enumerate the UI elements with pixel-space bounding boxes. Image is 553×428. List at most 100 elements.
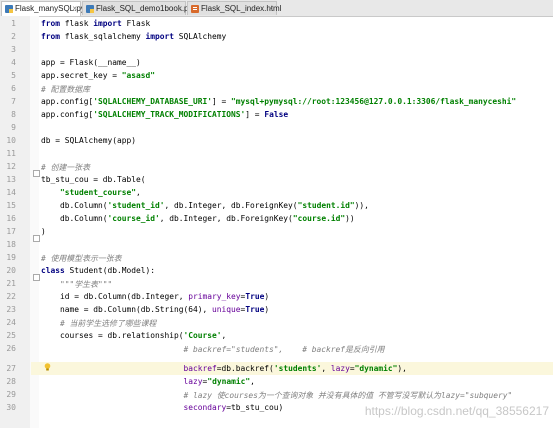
code-line: courses = db.relationship('Course', (41, 331, 226, 340)
string-literal: "mysql+pymysql://root:123456@127.0.0.1:3… (231, 97, 517, 106)
string-literal: "dynamic" (207, 377, 251, 386)
line-number: 17 (6, 227, 16, 236)
python-file-icon (86, 5, 94, 13)
line-number: 2 (11, 32, 16, 41)
line-number: 23 (6, 305, 16, 314)
code-text: Student(db.Model): (64, 266, 156, 275)
keyword-argument: backref (183, 364, 217, 373)
code-line: # 使用模型表示一张表 (41, 253, 122, 264)
keyword: True (245, 292, 265, 301)
code-text: , (136, 188, 141, 197)
code-line: backref=db.backref('students', lazy="dyn… (41, 364, 407, 373)
code-text: db.Column( (41, 201, 108, 210)
line-number: 9 (11, 123, 16, 132)
html-file-icon (191, 5, 199, 13)
code-text: , (221, 331, 227, 340)
code-line: db = SQLAlchemy(app) (41, 136, 136, 145)
line-number: 25 (6, 331, 16, 340)
line-number: 5 (11, 71, 16, 80)
code-text: )) (345, 214, 355, 223)
keyword-argument: unique (212, 305, 241, 314)
code-line: secondary=tb_stu_cou) (41, 403, 284, 412)
close-icon[interactable]: × (177, 2, 182, 16)
code-text: )), (354, 201, 369, 210)
line-number: 7 (11, 97, 16, 106)
tab-flask-sql-index-html[interactable]: Flask_SQL_index.html × (187, 1, 281, 16)
code-line: from flask_sqlalchemy import SQLAlchemy (41, 32, 226, 41)
fold-marker[interactable] (33, 235, 40, 242)
line-number: 18 (6, 240, 16, 249)
line-number: 16 (6, 214, 16, 223)
code-text: , db.Integer, db.ForeignKey( (164, 201, 298, 210)
string-literal: 'SQLALCHEMY_DATABASE_URI' (93, 97, 213, 106)
close-icon[interactable]: × (268, 2, 273, 16)
comment: # lazy 使courses为一个查询对象 并没有具体的值 不管写没写默认为l… (183, 391, 513, 400)
code-line: from flask import Flask (41, 19, 150, 28)
code-line: db.Column('student_id', db.Integer, db.F… (41, 201, 369, 210)
editor-tab-bar: Flask_manySQL.py × Flask_SQL_demo1book.p… (0, 0, 553, 17)
code-line: db.Column('course_id', db.Integer, db.Fo… (41, 214, 355, 223)
line-number: 20 (6, 266, 16, 275)
string-literal: 'student_id' (107, 201, 165, 210)
string-literal: "asasd" (121, 71, 156, 80)
code-text: db = SQLAlchemy(app) (41, 136, 137, 145)
code-text: app.config[ (41, 97, 94, 106)
line-number: 13 (6, 175, 16, 184)
line-number: 29 (6, 390, 16, 399)
fold-marker[interactable] (33, 274, 40, 281)
code-line: app.config['SQLALCHEMY_TRACK_MODIFICATIO… (41, 110, 288, 119)
code-line: """学生表""" (41, 279, 112, 290)
code-text: Flask (121, 19, 151, 28)
code-text: =db.backref( (216, 364, 274, 373)
keyword: from (41, 32, 61, 41)
keyword: import (93, 19, 122, 28)
string-literal: "student_course" (60, 188, 137, 197)
code-text: db.Column( (41, 214, 108, 223)
line-number: 30 (6, 403, 16, 412)
line-number: 15 (6, 201, 16, 210)
code-line: class Student(db.Model): (41, 266, 155, 275)
code-line: app.secret_key = "asasd" (41, 71, 155, 80)
code-line: name = db.Column(db.String(64), unique=T… (41, 305, 269, 314)
close-icon[interactable]: × (72, 2, 77, 16)
code-line: app.config['SQLALCHEMY_DATABASE_URI'] = … (41, 97, 516, 106)
keyword: False (264, 110, 289, 119)
python-file-icon (5, 5, 13, 13)
code-line: app = Flask(__name__) (41, 58, 141, 67)
line-number: 14 (6, 188, 16, 197)
line-number: 11 (6, 149, 16, 158)
keyword: True (245, 305, 265, 314)
code-line: lazy="dynamic", (41, 377, 255, 386)
code-text: id = db.Column(db.Integer, (41, 292, 189, 301)
line-number: 28 (6, 377, 16, 386)
comment: # 配置数据库 (41, 85, 90, 94)
comment: # 当前学生选修了哪些课程 (60, 319, 157, 328)
line-number: 27 (6, 364, 16, 373)
keyword-argument: lazy (183, 377, 203, 386)
comment: # 创建一张表 (41, 163, 90, 172)
code-text: flask_sqlalchemy (60, 32, 146, 41)
line-number: 3 (11, 45, 16, 54)
string-literal: 'students' (273, 364, 322, 373)
tab-flask-sql-demo1book[interactable]: Flask_SQL_demo1book.py × (82, 1, 193, 16)
code-text: ) (41, 227, 46, 236)
keyword: from (41, 19, 61, 28)
keyword-argument: primary_key (188, 292, 241, 301)
code-text: , (321, 364, 331, 373)
fold-marker[interactable] (33, 170, 40, 177)
tab-flask-manysql[interactable]: Flask_manySQL.py × (1, 1, 85, 16)
string-literal: "dynamic" (354, 364, 398, 373)
line-number: 19 (6, 253, 16, 262)
line-number: 12 (6, 162, 16, 171)
string-literal: "student.id" (297, 201, 355, 210)
code-line: # lazy 使courses为一个查询对象 并没有具体的值 不管写没写默认为l… (41, 390, 513, 401)
line-number: 6 (11, 84, 16, 93)
code-line: # 创建一张表 (41, 162, 90, 173)
comment: # 使用模型表示一张表 (41, 254, 122, 263)
